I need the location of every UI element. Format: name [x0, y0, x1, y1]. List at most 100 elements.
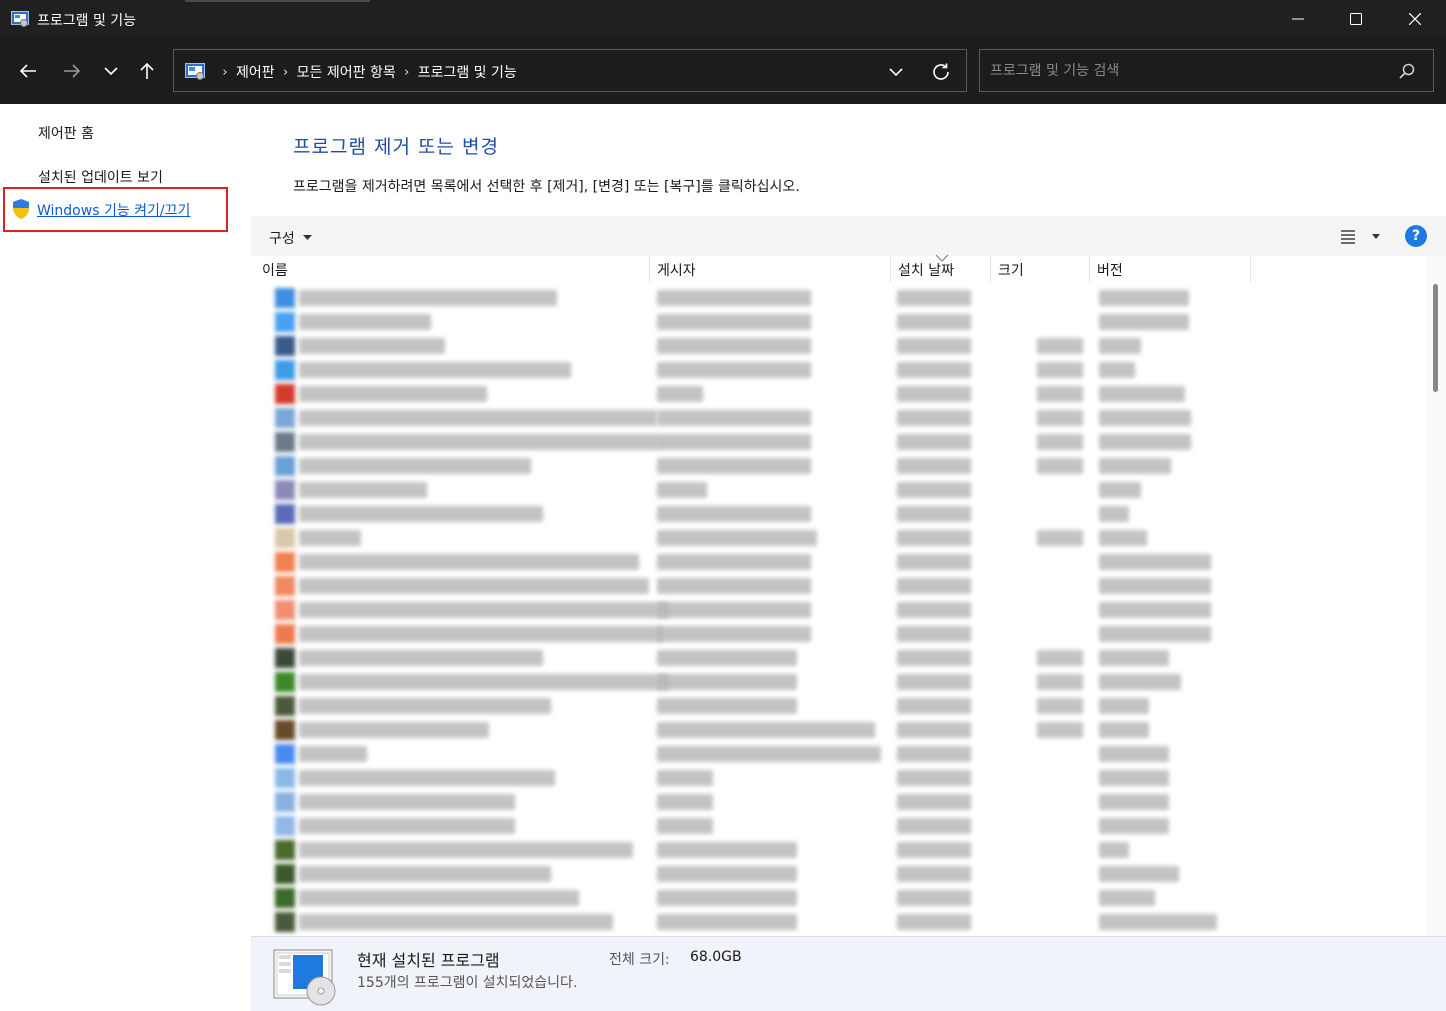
- cell-publisher: [657, 698, 797, 714]
- column-name[interactable]: 이름: [262, 260, 288, 282]
- program-icon: [275, 552, 295, 572]
- details-view-icon[interactable]: [1339, 228, 1357, 244]
- minimize-icon: [1292, 18, 1304, 20]
- column-divider[interactable]: [890, 256, 891, 282]
- windows-features-link[interactable]: Windows 기능 켜기/끄기: [37, 200, 190, 220]
- table-row[interactable]: [251, 910, 1426, 934]
- search-icon[interactable]: [1398, 62, 1416, 80]
- table-row[interactable]: [251, 622, 1426, 646]
- maximize-icon: [1350, 13, 1362, 25]
- cell-publisher: [657, 818, 713, 834]
- search-box[interactable]: [979, 49, 1434, 92]
- cell-version: [1099, 290, 1189, 306]
- column-divider[interactable]: [649, 256, 650, 282]
- cell-install-date: [897, 722, 971, 738]
- maximize-button[interactable]: [1327, 0, 1385, 38]
- table-row[interactable]: [251, 430, 1426, 454]
- scrollbar-thumb[interactable]: [1433, 284, 1438, 392]
- column-divider[interactable]: [1089, 256, 1090, 282]
- cell-version: [1099, 530, 1147, 546]
- close-button[interactable]: [1386, 0, 1444, 38]
- back-button[interactable]: [13, 57, 43, 85]
- table-row[interactable]: [251, 478, 1426, 502]
- column-install-date[interactable]: 설치 날짜: [898, 260, 954, 282]
- forward-button[interactable]: [57, 57, 87, 85]
- table-row[interactable]: [251, 646, 1426, 670]
- view-installed-updates-link[interactable]: 설치된 업데이트 보기: [38, 167, 163, 187]
- cell-size: [1037, 650, 1083, 666]
- program-icon: [275, 600, 295, 620]
- table-row[interactable]: [251, 550, 1426, 574]
- installed-programs-icon: [273, 949, 336, 1006]
- cell-version: [1099, 866, 1179, 882]
- cell-install-date: [897, 866, 971, 882]
- table-row[interactable]: [251, 334, 1426, 358]
- control-panel-home-link[interactable]: 제어판 홈: [38, 123, 94, 143]
- cell-install-date: [897, 650, 971, 666]
- cell-publisher: [657, 722, 875, 738]
- details-title: 현재 설치된 프로그램: [357, 951, 500, 970]
- cell-version: [1099, 506, 1129, 522]
- organize-button[interactable]: 구성: [269, 228, 312, 248]
- table-row[interactable]: [251, 814, 1426, 838]
- table-row[interactable]: [251, 454, 1426, 478]
- table-row[interactable]: [251, 670, 1426, 694]
- table-row[interactable]: [251, 502, 1426, 526]
- address-bar[interactable]: › 제어판 › 모든 제어판 항목 › 프로그램 및 기능: [173, 49, 967, 92]
- column-divider[interactable]: [990, 256, 991, 282]
- close-icon: [1409, 13, 1421, 25]
- table-row[interactable]: [251, 310, 1426, 334]
- table-row[interactable]: [251, 838, 1426, 862]
- caret-down-icon: [302, 235, 312, 240]
- table-row[interactable]: [251, 286, 1426, 310]
- table-row[interactable]: [251, 790, 1426, 814]
- search-input[interactable]: [990, 60, 1390, 82]
- cell-version: [1099, 338, 1141, 354]
- cell-publisher: [657, 626, 811, 642]
- breadcrumb-programs-features[interactable]: 프로그램 및 기능: [418, 62, 517, 82]
- breadcrumb-all-items[interactable]: 모든 제어판 항목: [297, 62, 396, 82]
- column-publisher[interactable]: 게시자: [657, 260, 696, 282]
- table-row[interactable]: [251, 742, 1426, 766]
- breadcrumb-separator[interactable]: ›: [396, 65, 418, 80]
- table-row[interactable]: [251, 886, 1426, 910]
- program-icon: [275, 408, 295, 428]
- column-version[interactable]: 버전: [1097, 260, 1123, 282]
- help-button[interactable]: ?: [1405, 225, 1427, 247]
- cell-publisher: [657, 602, 811, 618]
- breadcrumb-separator[interactable]: ›: [275, 65, 297, 80]
- table-row[interactable]: [251, 598, 1426, 622]
- breadcrumb: › 제어판 › 모든 제어판 항목 › 프로그램 및 기능: [214, 62, 517, 82]
- column-header: 이름 게시자 설치 날짜 크기 버전: [251, 254, 1426, 282]
- cell-name: [299, 314, 431, 330]
- table-row[interactable]: [251, 862, 1426, 886]
- table-row[interactable]: [251, 382, 1426, 406]
- cell-publisher: [657, 770, 713, 786]
- table-row[interactable]: [251, 718, 1426, 742]
- program-list[interactable]: [251, 282, 1426, 936]
- table-row[interactable]: [251, 574, 1426, 598]
- cell-name: [299, 362, 571, 378]
- column-size[interactable]: 크기: [998, 260, 1024, 282]
- details-size-value: 68.0GB: [690, 949, 742, 965]
- table-row[interactable]: [251, 526, 1426, 550]
- cell-size: [1037, 698, 1083, 714]
- table-row[interactable]: [251, 406, 1426, 430]
- cell-publisher: [657, 386, 703, 402]
- program-icon: [275, 288, 295, 308]
- table-row[interactable]: [251, 358, 1426, 382]
- minimize-button[interactable]: [1269, 0, 1327, 38]
- table-row[interactable]: [251, 694, 1426, 718]
- column-divider[interactable]: [1250, 256, 1251, 282]
- up-button[interactable]: [132, 57, 162, 85]
- table-row[interactable]: [251, 766, 1426, 790]
- breadcrumb-control-panel[interactable]: 제어판: [236, 62, 275, 82]
- chevron-down-icon[interactable]: [886, 62, 906, 82]
- cell-publisher: [657, 530, 817, 546]
- caret-down-icon[interactable]: [1370, 231, 1382, 241]
- cell-publisher: [657, 890, 797, 906]
- vertical-scrollbar[interactable]: [1426, 256, 1446, 936]
- windows-features-highlight: Windows 기능 켜기/끄기: [3, 187, 228, 232]
- refresh-icon[interactable]: [930, 61, 952, 83]
- recent-locations-button[interactable]: [96, 57, 126, 85]
